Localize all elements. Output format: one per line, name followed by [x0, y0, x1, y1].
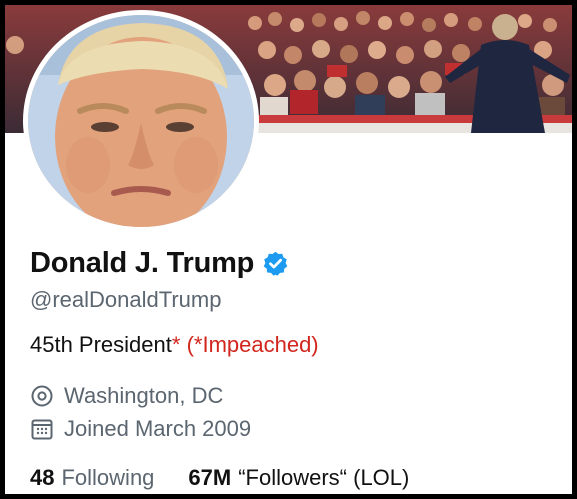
- bio-star: *: [171, 332, 181, 357]
- profile-handle: @realDonaldTrump: [30, 287, 222, 312]
- name-row: Donald J. Trump: [30, 243, 289, 283]
- bio-note: (*Impeached): [186, 332, 319, 357]
- calendar-icon: [30, 417, 54, 441]
- profile-avatar[interactable]: [23, 10, 259, 232]
- following-count: 48: [30, 465, 55, 490]
- bio-main-text: 45th President: [30, 332, 172, 357]
- profile-joined: Joined March 2009: [30, 416, 251, 442]
- following-link[interactable]: 48 Following: [30, 465, 154, 491]
- verified-badge-icon[interactable]: [262, 250, 289, 277]
- followers-link[interactable]: 67M “Followers“ (LOL): [188, 465, 409, 491]
- avatar-portrait-image: [28, 15, 254, 227]
- joined-text: Joined March 2009: [64, 416, 252, 441]
- following-label: Following: [61, 465, 155, 490]
- profile-card: Donald J. Trump @realDonaldTrump 45th Pr…: [5, 5, 572, 494]
- location-pin-icon: [30, 384, 54, 408]
- location-text: Washington, DC: [64, 383, 224, 408]
- followers-count: 67M: [188, 465, 232, 490]
- profile-stats: 48 Following 67M “Followers“ (LOL): [30, 465, 409, 491]
- profile-bio: 45th President* (*Impeached): [30, 332, 319, 358]
- followers-label: “Followers“ (LOL): [238, 465, 410, 490]
- display-name: Donald J. Trump: [30, 246, 255, 279]
- profile-location: Washington, DC: [30, 383, 223, 409]
